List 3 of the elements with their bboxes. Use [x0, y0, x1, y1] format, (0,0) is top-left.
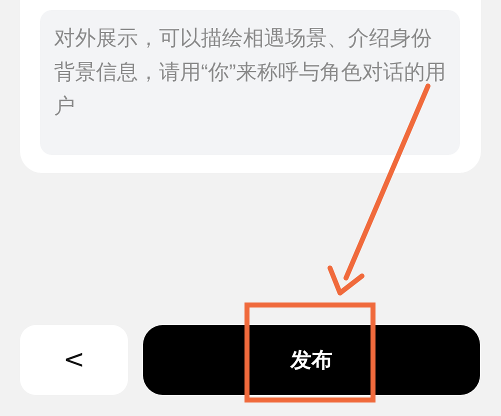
publish-button[interactable]: 发布 [143, 325, 480, 395]
back-button[interactable]: < [20, 325, 128, 395]
bio-input-field[interactable]: 对外展示，可以描绘相遇场景、介绍身份背景信息，请用“你”来称呼与角色对话的用户 [40, 10, 460, 155]
